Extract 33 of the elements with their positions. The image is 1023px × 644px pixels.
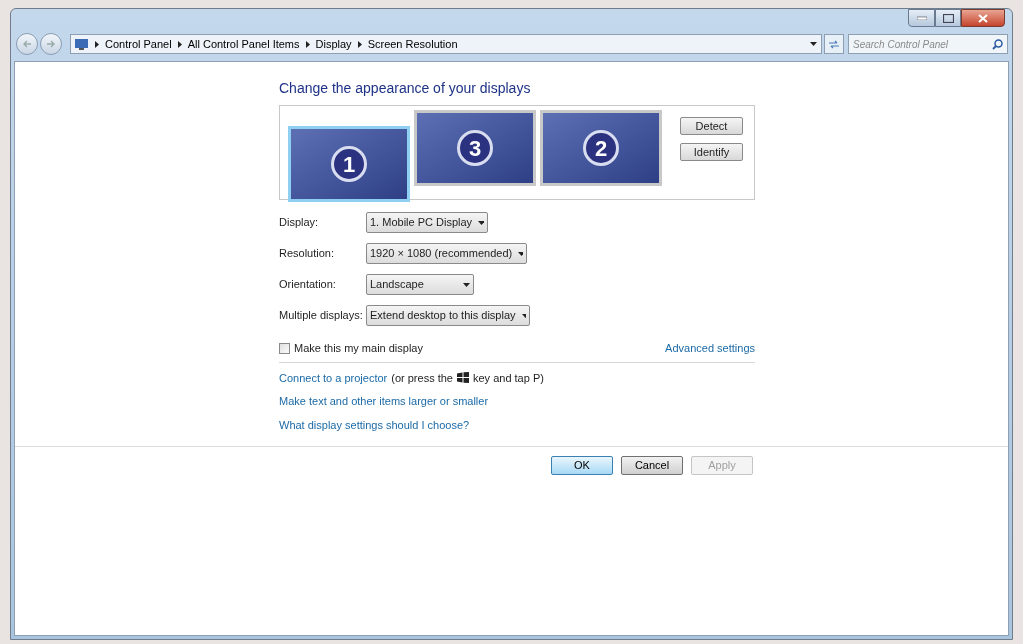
monitor-tile[interactable]: 1 — [288, 126, 410, 202]
setting-label: Display: — [279, 215, 320, 231]
projector-hint: key and tap P) — [473, 370, 544, 386]
checkbox-label: Make this my main display — [294, 341, 423, 356]
side-button[interactable]: Detect — [680, 117, 743, 135]
breadcrumb-item[interactable]: Control Panel — [105, 35, 172, 53]
setting-label: Resolution: — [279, 246, 336, 262]
advanced-settings-link[interactable]: Advanced settings — [665, 340, 755, 357]
setting-label: Multiple displays: — [279, 308, 364, 324]
side-button[interactable]: Identify — [680, 143, 743, 161]
breadcrumb-item[interactable]: Display — [315, 35, 352, 53]
monitor-tile[interactable]: 3 — [414, 110, 536, 186]
monitor-number: 3 — [457, 130, 493, 166]
monitor-number: 1 — [331, 146, 367, 182]
monitor-number: 2 — [583, 130, 619, 166]
dialog-button[interactable]: Cancel — [621, 456, 683, 475]
help-link[interactable]: What display settings should I choose? — [279, 416, 470, 433]
setting-dropdown[interactable]: Landscape — [366, 274, 474, 295]
page-heading: Change the appearance of your displays — [279, 79, 532, 97]
setting-dropdown[interactable]: Extend desktop to this display — [366, 305, 530, 326]
monitor-tile[interactable]: 2 — [540, 110, 662, 186]
setting-label: Orientation: — [279, 277, 337, 293]
help-link[interactable]: Make text and other items larger or smaller — [279, 393, 489, 410]
address-bar[interactable]: Control Panel All Control Panel Items Display Screen Resolution — [70, 34, 822, 54]
breadcrumb-item[interactable]: Screen Resolution — [367, 35, 458, 53]
setting-dropdown[interactable]: 1. Mobile PC Display — [366, 212, 488, 233]
projector-hint: (or press the — [391, 370, 453, 386]
setting-dropdown[interactable]: 1920 × 1080 (recommended) — [366, 243, 527, 264]
search-input[interactable]: Search Control Panel — [853, 36, 992, 52]
projector-link[interactable]: Connect to a projector — [279, 369, 388, 386]
search-field[interactable]: Search Control Panel — [848, 34, 1008, 54]
dialog-button[interactable]: OK — [551, 456, 613, 475]
breadcrumb-item[interactable]: All Control Panel Items — [187, 35, 300, 53]
